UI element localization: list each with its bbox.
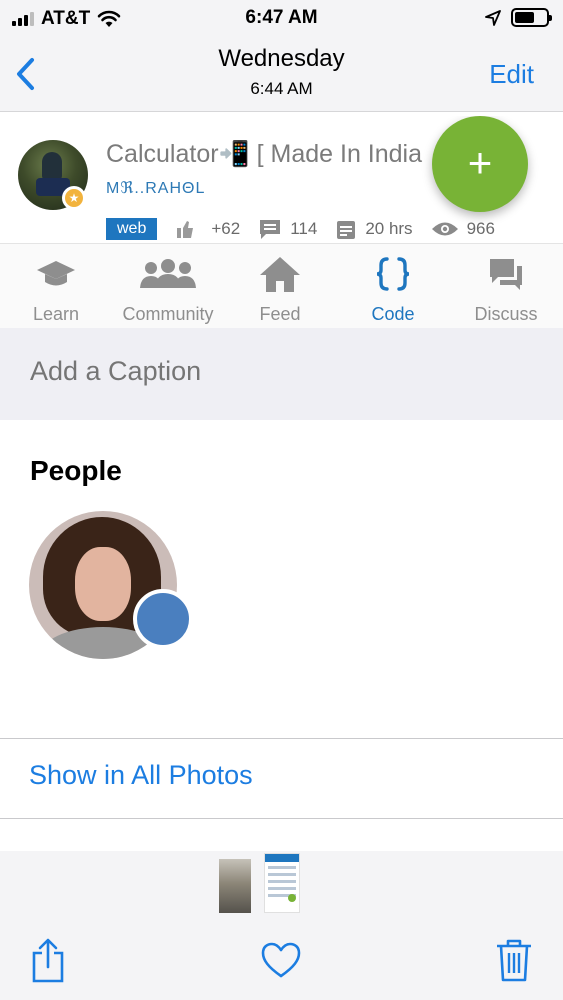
votes-count: +62 (211, 219, 241, 238)
post-title: Calculator📲 [ Made In India (106, 140, 423, 168)
post-meta-row: web +62 114 20 hrs 966 (106, 216, 495, 242)
views-meta: 966 (431, 219, 495, 239)
battery-icon (511, 8, 552, 27)
tab-feed-label: Feed (259, 304, 301, 324)
comment-icon (260, 220, 281, 239)
avatar-figure (42, 152, 62, 180)
divider (0, 818, 563, 819)
thumb-line (268, 887, 296, 890)
tab-feed: Feed (224, 244, 336, 328)
discuss-icon (490, 259, 522, 290)
status-bar: AT&T 6:47 AM (0, 0, 563, 36)
photo-thumbnail[interactable] (219, 859, 251, 913)
people-heading: People (30, 455, 122, 486)
vote-thumbs-icon (177, 221, 194, 238)
show-in-all-photos-link[interactable]: Show in All Photos (29, 760, 253, 791)
thumb-line (268, 880, 296, 883)
caption-area (0, 328, 563, 420)
add-fab-button: + (432, 116, 528, 212)
age-meta: 20 hrs (335, 218, 413, 240)
nav-subtitle: 6:44 AM (250, 79, 313, 98)
app-tab-bar: Learn Community Feed Code Discuss (0, 243, 563, 328)
filmstrip (0, 851, 563, 921)
graduation-cap-icon (37, 261, 75, 286)
tab-community-label: Community (122, 304, 214, 324)
tab-code-label: Code (371, 304, 415, 324)
share-button[interactable] (26, 935, 70, 985)
thumb-dot (288, 894, 296, 902)
trash-icon (497, 939, 531, 982)
thumb-line (268, 873, 296, 876)
views-count: 966 (466, 219, 495, 238)
nav-title: Wednesday (218, 45, 345, 72)
tab-learn-label: Learn (32, 304, 80, 324)
photo-content[interactable]: ★ Calculator📲 [ Made In India Mℜ..RAHΘL … (0, 116, 563, 328)
comments-count: 114 (290, 219, 318, 238)
bottom-toolbar (0, 921, 563, 1000)
favorite-button[interactable] (259, 935, 303, 985)
share-icon (32, 938, 64, 983)
status-right (485, 8, 552, 27)
photo-thumbnail-selected[interactable] (264, 853, 300, 913)
person-face (75, 547, 131, 621)
navigation-bar: Wednesday 6:44 AM Edit (0, 36, 563, 112)
eye-icon (431, 222, 458, 236)
comments-meta: 114 (258, 218, 317, 240)
tab-community: Community (112, 244, 224, 328)
post-author-name: Mℜ..RAHΘL (106, 180, 206, 197)
delete-button[interactable] (492, 935, 536, 985)
post-age: 20 hrs (365, 219, 413, 238)
divider (0, 738, 563, 739)
tab-code: Code (337, 244, 449, 328)
tab-learn: Learn (0, 244, 112, 328)
calendar-icon (337, 221, 356, 239)
thumb-header (265, 854, 299, 862)
tab-discuss: Discuss (450, 244, 562, 328)
tab-discuss-label: Discuss (474, 304, 538, 324)
status-time: 6:47 AM (245, 7, 318, 28)
thumb-line (268, 866, 296, 869)
edit-button[interactable]: Edit (489, 59, 534, 90)
code-braces-icon (376, 257, 410, 291)
votes-meta: +62 (175, 218, 240, 240)
community-icon (140, 259, 196, 288)
caption-input[interactable] (30, 356, 530, 387)
home-icon (260, 257, 300, 292)
person-badge-icon (133, 589, 193, 649)
heart-icon (261, 942, 301, 978)
location-arrow-icon (485, 9, 501, 26)
star-badge-icon: ★ (62, 186, 86, 210)
language-tag: web (106, 218, 158, 240)
